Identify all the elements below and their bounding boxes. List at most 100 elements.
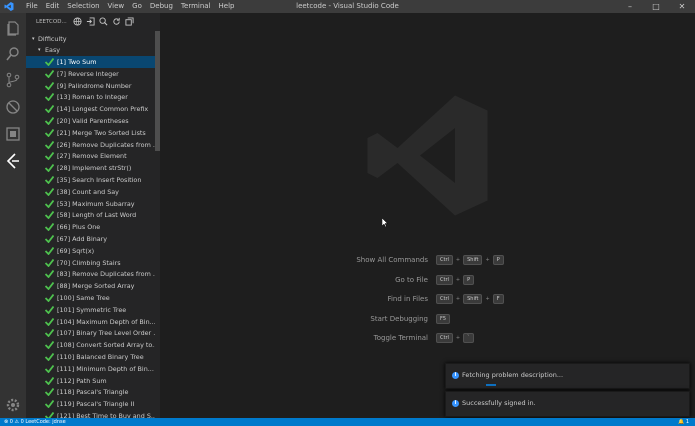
problem-item[interactable]: [53] Maximum Subarray xyxy=(26,198,155,210)
check-icon xyxy=(45,294,54,302)
check-icon xyxy=(45,400,54,409)
extensions-icon[interactable] xyxy=(5,126,21,142)
problem-label: [7] Reverse Integer xyxy=(57,69,119,78)
check-icon xyxy=(45,176,54,184)
check-icon xyxy=(45,353,54,361)
check-icon xyxy=(45,376,54,385)
problem-item[interactable]: [70] Climbing Stairs xyxy=(26,257,155,269)
problem-item[interactable]: [101] Symmetric Tree xyxy=(26,304,155,316)
problem-item[interactable]: [69] Sqrt(x) xyxy=(26,245,155,257)
problem-item[interactable]: [26] Remove Duplicates from ... xyxy=(26,139,155,151)
leetcode-explorer: LEETCOD... ▾ Difficulty ▾ Easy [1] Two S… xyxy=(26,13,160,420)
problem-item[interactable]: [67] Add Binary xyxy=(26,233,155,245)
problem-item[interactable]: [111] Minimum Depth of Bin... xyxy=(26,363,155,375)
problem-item[interactable]: [66] Plus One xyxy=(26,221,155,233)
notification-toast-signed-in[interactable]: i Successfully signed in. xyxy=(445,391,690,417)
check-icon xyxy=(45,246,54,255)
problem-item[interactable]: [100] Same Tree xyxy=(26,292,155,304)
leetcode-icon[interactable] xyxy=(5,153,21,169)
window-controls: – □ ✕ xyxy=(617,0,695,13)
check-icon xyxy=(45,388,54,397)
check-icon xyxy=(45,341,54,350)
problem-item[interactable]: [9] Palindrome Number xyxy=(26,80,155,92)
key-separator: + xyxy=(485,257,490,263)
shortcut-keys: F5 xyxy=(436,313,451,324)
collapse-all-icon[interactable] xyxy=(125,17,134,26)
search-problem-icon[interactable] xyxy=(99,17,108,26)
vscode-watermark-icon xyxy=(367,95,488,216)
explorer-icon[interactable] xyxy=(5,20,21,36)
problem-item[interactable]: [7] Reverse Integer xyxy=(26,68,155,80)
check-icon xyxy=(45,258,54,267)
debug-icon[interactable] xyxy=(5,99,21,115)
problem-item[interactable]: [110] Balanced Binary Tree xyxy=(26,351,155,363)
problem-label: [13] Roman to Integer xyxy=(57,93,128,102)
problem-item[interactable]: [28] Implement strStr() xyxy=(26,162,155,174)
window-title: leetcode - Visual Studio Code xyxy=(296,2,399,10)
keycap: Ctrl xyxy=(436,255,453,265)
chevron-down-icon: ▾ xyxy=(38,47,41,53)
search-icon[interactable] xyxy=(5,46,21,62)
check-icon xyxy=(45,81,54,90)
shortcut-keys: Ctrl + ` xyxy=(436,333,474,343)
problem-item[interactable]: [20] Valid Parentheses xyxy=(26,115,155,127)
keycap: F xyxy=(492,294,504,304)
maximize-button[interactable]: □ xyxy=(643,0,669,13)
check-icon xyxy=(45,58,54,66)
problem-label: [100] Same Tree xyxy=(57,294,110,302)
problem-item[interactable]: [1] Two Sum xyxy=(26,56,155,68)
check-icon xyxy=(45,128,54,137)
check-icon xyxy=(45,235,54,243)
problem-item[interactable]: [13] Roman to Integer xyxy=(26,91,155,103)
status-left[interactable]: ⊗ 0 ⚠ 0 LeetCode: jdnse xyxy=(4,419,66,425)
problem-item[interactable]: [88] Merge Sorted Array xyxy=(26,280,155,292)
check-icon xyxy=(45,282,54,291)
check-icon xyxy=(45,93,54,102)
problem-label: [108] Convert Sorted Array to... xyxy=(57,341,155,350)
close-button[interactable]: ✕ xyxy=(669,0,695,13)
shortcut-name: Find in Files xyxy=(387,295,428,303)
problem-item[interactable]: [83] Remove Duplicates from ... xyxy=(26,268,155,280)
check-icon xyxy=(45,270,54,279)
problem-label: [38] Count and Say xyxy=(57,187,119,196)
problem-label: [67] Add Binary xyxy=(57,235,108,243)
keycap: ` xyxy=(463,333,474,343)
sign-in-icon[interactable] xyxy=(86,17,95,26)
problem-label: [66] Plus One xyxy=(57,223,101,232)
gear-icon[interactable] xyxy=(5,397,21,413)
problem-item[interactable]: [38] Count and Say xyxy=(26,186,155,198)
globe-icon[interactable] xyxy=(73,17,82,26)
shortcut-name: Show All Commands xyxy=(356,256,428,264)
problem-item[interactable]: [27] Remove Element xyxy=(26,150,155,162)
check-icon xyxy=(45,69,54,78)
problem-item[interactable]: [118] Pascal's Triangle xyxy=(26,386,155,398)
problem-label: [101] Symmetric Tree xyxy=(57,305,127,314)
key-separator: + xyxy=(455,276,461,283)
problem-item[interactable]: [21] Merge Two Sorted Lists xyxy=(26,127,155,139)
tree-group-easy[interactable]: ▾ Easy xyxy=(26,44,155,56)
problem-item[interactable]: [112] Path Sum xyxy=(26,375,155,387)
problem-label: [83] Remove Duplicates from ... xyxy=(57,270,155,279)
notification-toast-fetching[interactable]: i Fetching problem description... xyxy=(445,363,690,389)
problem-label: [104] Maximum Depth of Bin... xyxy=(57,317,155,326)
problem-item[interactable]: [108] Convert Sorted Array to... xyxy=(26,339,155,351)
problem-label: [35] Search Insert Position xyxy=(57,176,142,184)
notifications-bell[interactable]: 🔔 1 xyxy=(678,419,689,425)
problem-item[interactable]: [119] Pascal's Triangle II xyxy=(26,398,155,410)
problem-item[interactable]: [58] Length of Last Word xyxy=(26,209,155,221)
problem-item[interactable]: [14] Longest Common Prefix xyxy=(26,103,155,115)
problem-item[interactable]: [107] Binary Tree Level Order ... xyxy=(26,327,155,339)
key-separator: + xyxy=(455,257,461,263)
key-separator: + xyxy=(485,296,490,302)
shortcut-name: Toggle Terminal xyxy=(373,334,428,342)
title-bar: File Edit Selection View Go Debug Terminal Help… xyxy=(0,0,695,13)
problem-item[interactable]: [104] Maximum Depth of Bin... xyxy=(26,316,155,328)
refresh-icon[interactable] xyxy=(112,17,121,26)
problem-label: [21] Merge Two Sorted Lists xyxy=(57,128,146,137)
shortcut-keys: Ctrl + P xyxy=(436,274,475,285)
notification-message: Successfully signed in. xyxy=(462,399,536,407)
minimize-button[interactable]: – xyxy=(617,0,643,13)
problem-label: [26] Remove Duplicates from ... xyxy=(57,140,155,149)
source-control-icon[interactable] xyxy=(5,72,21,88)
problem-item[interactable]: [35] Search Insert Position xyxy=(26,174,155,186)
